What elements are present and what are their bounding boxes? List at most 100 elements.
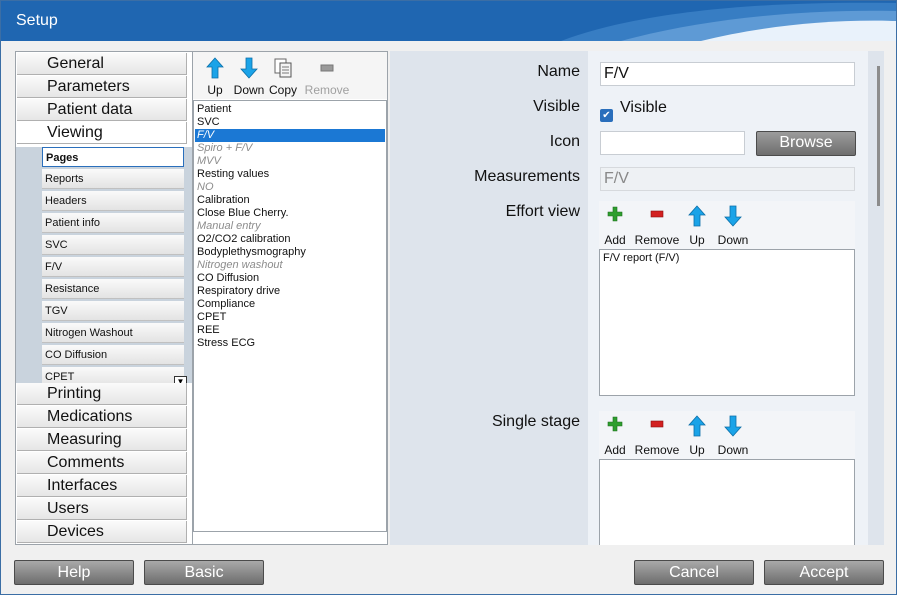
page-list-item[interactable]: Patient xyxy=(195,103,385,116)
single-stage-up-label: Up xyxy=(689,443,705,457)
page-list-item[interactable]: CO Diffusion xyxy=(195,272,385,285)
nav-subitem-fv[interactable]: F/V xyxy=(42,257,184,277)
title-bar: Setup xyxy=(1,1,896,41)
page-list-item[interactable]: Spiro + F/V xyxy=(195,142,385,155)
effort-view-item[interactable]: F/V report (F/V) xyxy=(603,252,851,264)
single-stage-remove-label: Remove xyxy=(634,443,680,457)
nav-category-patient-data[interactable]: Patient data xyxy=(17,99,187,121)
nav-category-label: Medications xyxy=(47,408,133,425)
single-stage-add-label: Add xyxy=(604,443,626,457)
nav-category-general[interactable]: General xyxy=(17,53,187,75)
nav-subitem-co-diffusion[interactable]: CO Diffusion xyxy=(42,345,184,365)
page-list-item[interactable]: MVV xyxy=(195,155,385,168)
nav-category-label: General xyxy=(47,55,104,72)
page-list-item[interactable]: Compliance xyxy=(195,298,385,311)
window-title: Setup xyxy=(16,12,58,29)
visible-checkbox[interactable]: ✔ xyxy=(600,109,613,122)
nav-category-users[interactable]: Users xyxy=(17,498,187,520)
page-list-item[interactable]: Nitrogen washout xyxy=(195,259,385,272)
detail-scrollbar[interactable] xyxy=(877,66,880,206)
sublist-scroll-down-button[interactable]: ▼ xyxy=(174,376,187,383)
nav-category-label: Devices xyxy=(47,523,104,540)
single-stage-list[interactable] xyxy=(599,459,855,545)
arrow-down-icon xyxy=(713,205,753,230)
effort-add-label: Add xyxy=(604,233,626,247)
page-list-panel: Up Down Copy Remove Patient SVC F/V Spir… xyxy=(192,51,388,545)
visible-checkbox-label[interactable]: Visible xyxy=(620,99,667,117)
name-input[interactable]: F/V xyxy=(600,62,855,86)
page-list-item[interactable]: Calibration xyxy=(195,194,385,207)
nav-subitem-cpet[interactable]: CPET xyxy=(42,367,184,383)
nav-subitem-svc[interactable]: SVC xyxy=(42,235,184,255)
page-list-item[interactable]: Respiratory drive xyxy=(195,285,385,298)
effort-down-button[interactable]: Down xyxy=(713,205,753,249)
page-list[interactable]: Patient SVC F/V Spiro + F/V MVV Resting … xyxy=(193,100,387,532)
page-list-item[interactable]: O2/CO2 calibration xyxy=(195,233,385,246)
single-stage-up-button[interactable]: Up xyxy=(685,415,709,459)
nav-category-medications[interactable]: Medications xyxy=(17,406,187,428)
nav-category-devices[interactable]: Devices xyxy=(17,521,187,543)
nav-subitem-reports[interactable]: Reports xyxy=(42,169,184,189)
page-copy-button[interactable]: Copy xyxy=(261,55,305,99)
title-bar-swoosh xyxy=(561,2,896,41)
page-list-item[interactable]: Resting values xyxy=(195,168,385,181)
page-remove-label: Remove xyxy=(304,83,350,97)
icon-input[interactable] xyxy=(600,131,745,155)
effort-remove-button[interactable]: Remove xyxy=(633,205,681,249)
content-area: General Parameters Patient data Viewing … xyxy=(6,41,891,545)
accept-button[interactable]: Accept xyxy=(764,560,884,585)
browse-button[interactable]: Browse xyxy=(756,131,856,156)
page-list-item[interactable]: REE xyxy=(195,324,385,337)
effort-view-list[interactable]: F/V report (F/V) xyxy=(599,249,855,396)
nav-category-parameters[interactable]: Parameters xyxy=(17,76,187,98)
page-list-item[interactable]: CPET xyxy=(195,311,385,324)
cancel-button[interactable]: Cancel xyxy=(634,560,754,585)
page-list-item[interactable]: Bodyplethysmography xyxy=(195,246,385,259)
arrow-down-icon xyxy=(713,415,753,440)
name-label: Name xyxy=(537,63,580,80)
basic-button[interactable]: Basic xyxy=(144,560,264,585)
page-list-item[interactable]: Manual entry xyxy=(195,220,385,233)
help-button[interactable]: Help xyxy=(14,560,134,585)
page-list-item[interactable]: SVC xyxy=(195,116,385,129)
effort-down-label: Down xyxy=(717,233,749,247)
copy-icon xyxy=(261,57,305,82)
page-list-item[interactable]: NO xyxy=(195,181,385,194)
nav-category-printing[interactable]: Printing xyxy=(17,383,187,405)
effort-add-button[interactable]: Add xyxy=(601,205,629,249)
page-list-item-selected[interactable]: F/V xyxy=(195,129,385,142)
nav-subitem-nitrogen-washout[interactable]: Nitrogen Washout xyxy=(42,323,184,343)
effort-remove-label: Remove xyxy=(634,233,680,247)
nav-subitem-headers[interactable]: Headers xyxy=(42,191,184,211)
visible-label: Visible xyxy=(533,98,580,115)
nav-category-label: Users xyxy=(47,500,89,517)
nav-category-label: Patient data xyxy=(47,101,133,118)
single-stage-down-button[interactable]: Down xyxy=(713,415,753,459)
nav-category-viewing[interactable]: Viewing xyxy=(17,122,187,144)
single-stage-remove-button[interactable]: Remove xyxy=(633,415,681,459)
nav-subitem-resistance[interactable]: Resistance xyxy=(42,279,184,299)
plus-icon xyxy=(601,415,629,436)
nav-subitem-tgv[interactable]: TGV xyxy=(42,301,184,321)
page-remove-button[interactable]: Remove xyxy=(301,55,353,99)
effort-up-button[interactable]: Up xyxy=(685,205,709,249)
measurements-label: Measurements xyxy=(474,168,580,185)
page-copy-label: Copy xyxy=(268,83,297,97)
nav-subitem-pages[interactable]: Pages xyxy=(42,147,184,167)
category-nav: General Parameters Patient data Viewing … xyxy=(15,51,193,545)
minus-icon xyxy=(633,415,681,436)
nav-category-measuring[interactable]: Measuring xyxy=(17,429,187,451)
single-stage-add-button[interactable]: Add xyxy=(601,415,629,459)
arrow-up-icon xyxy=(685,415,709,440)
nav-category-comments[interactable]: Comments xyxy=(17,452,187,474)
nav-category-interfaces[interactable]: Interfaces xyxy=(17,475,187,497)
nav-category-label: Comments xyxy=(47,454,125,471)
nav-category-label: Measuring xyxy=(47,431,122,448)
setup-window: Setup General Parameters Patient data Vi… xyxy=(0,0,897,595)
page-list-item[interactable]: Close Blue Cherry. xyxy=(195,207,385,220)
nav-category-label: Printing xyxy=(47,385,102,402)
page-list-item[interactable]: Stress ECG xyxy=(195,337,385,350)
nav-subitem-patient-info[interactable]: Patient info xyxy=(42,213,184,233)
page-toolbar: Up Down Copy Remove xyxy=(193,52,387,99)
measurements-field: F/V xyxy=(600,167,855,191)
